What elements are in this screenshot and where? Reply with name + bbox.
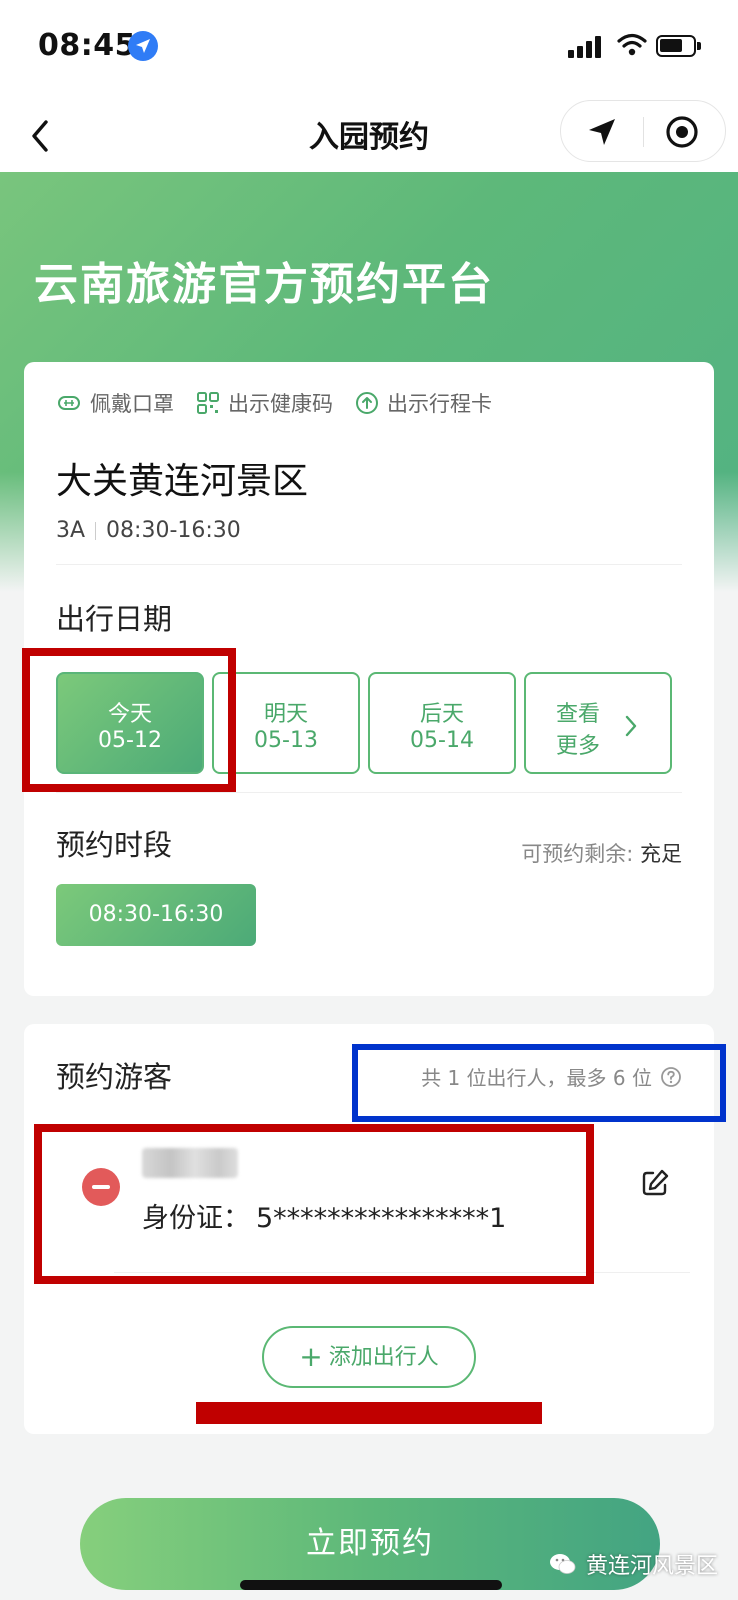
date-option-label: 后天 [419, 702, 464, 727]
itinerary-icon [356, 392, 378, 414]
meta-separator [95, 521, 97, 540]
divider [56, 792, 682, 793]
annotation-red-box-guest [34, 1124, 594, 1284]
scenic-name: 大关黄连河景区 [56, 461, 309, 502]
mini-program-capsule [560, 100, 726, 162]
scenic-hours: 08:30-16:30 [106, 518, 241, 543]
tip-itinerary-label: 出示行程卡 [387, 392, 492, 416]
date-option-day-after[interactable]: 后天 05-14 [368, 672, 516, 774]
time-slot-title: 预约时段 [56, 828, 173, 862]
travel-date-title: 出行日期 [56, 602, 173, 636]
capsule-divider [643, 117, 644, 147]
tip-itinerary: 出示行程卡 [355, 388, 492, 418]
date-option-more[interactable]: 查看 更多 [524, 672, 672, 774]
date-option-date: 05-14 [410, 728, 474, 753]
hero-title: 云南旅游官方预约平台 [34, 259, 494, 310]
tip-mask-label: 佩戴口罩 [90, 392, 174, 416]
edit-guest-icon[interactable] [640, 1168, 670, 1202]
status-time: 08:45 [38, 28, 136, 63]
guests-title: 预约游客 [56, 1060, 173, 1094]
cellular-signal-icon [568, 36, 604, 58]
battery-icon [656, 35, 701, 57]
add-guest-label: 添加出行人 [328, 1345, 439, 1370]
wifi-icon [617, 33, 647, 61]
status-bar: 08:45 [0, 0, 738, 96]
location-arrow-icon[interactable] [585, 115, 619, 153]
close-target-icon[interactable] [665, 115, 699, 153]
tip-mask: 佩戴口罩 [56, 388, 174, 418]
chevron-right-icon [625, 715, 637, 737]
more-dates-line1: 查看 [556, 702, 601, 727]
tip-health-code-label: 出示健康码 [228, 392, 333, 416]
watermark-text: 黄连河风景区 [586, 1554, 719, 1579]
watermark: 黄连河风景区 [548, 1548, 718, 1580]
remaining-label: 可预约剩余: [521, 842, 634, 866]
plus-icon: + [299, 1340, 323, 1373]
safety-tips: 佩戴口罩 出示健康码 出示行程卡 [56, 388, 514, 418]
tip-health-code: 出示健康码 [196, 388, 333, 418]
remaining-value: 充足 [640, 842, 682, 866]
remaining-capacity: 可预约剩余: 充足 [521, 838, 682, 868]
scenic-level: 3A [56, 518, 86, 543]
wechat-icon [550, 1554, 576, 1574]
navigation-bar: 入园预约 [0, 96, 738, 172]
location-active-icon [128, 31, 158, 61]
home-indicator [240, 1580, 502, 1590]
annotation-red-underline [196, 1402, 542, 1424]
more-dates-line2: 更多 [556, 734, 601, 759]
annotation-red-box-date [22, 648, 236, 792]
time-slot-option[interactable]: 08:30-16:30 [56, 884, 256, 946]
mask-icon [58, 396, 80, 410]
qr-code-icon [197, 392, 219, 414]
annotation-blue-box-guest-count [352, 1044, 726, 1122]
divider [56, 564, 682, 565]
add-guest-button[interactable]: + 添加出行人 [262, 1326, 476, 1388]
scenic-meta: 3A 08:30-16:30 [56, 518, 241, 543]
